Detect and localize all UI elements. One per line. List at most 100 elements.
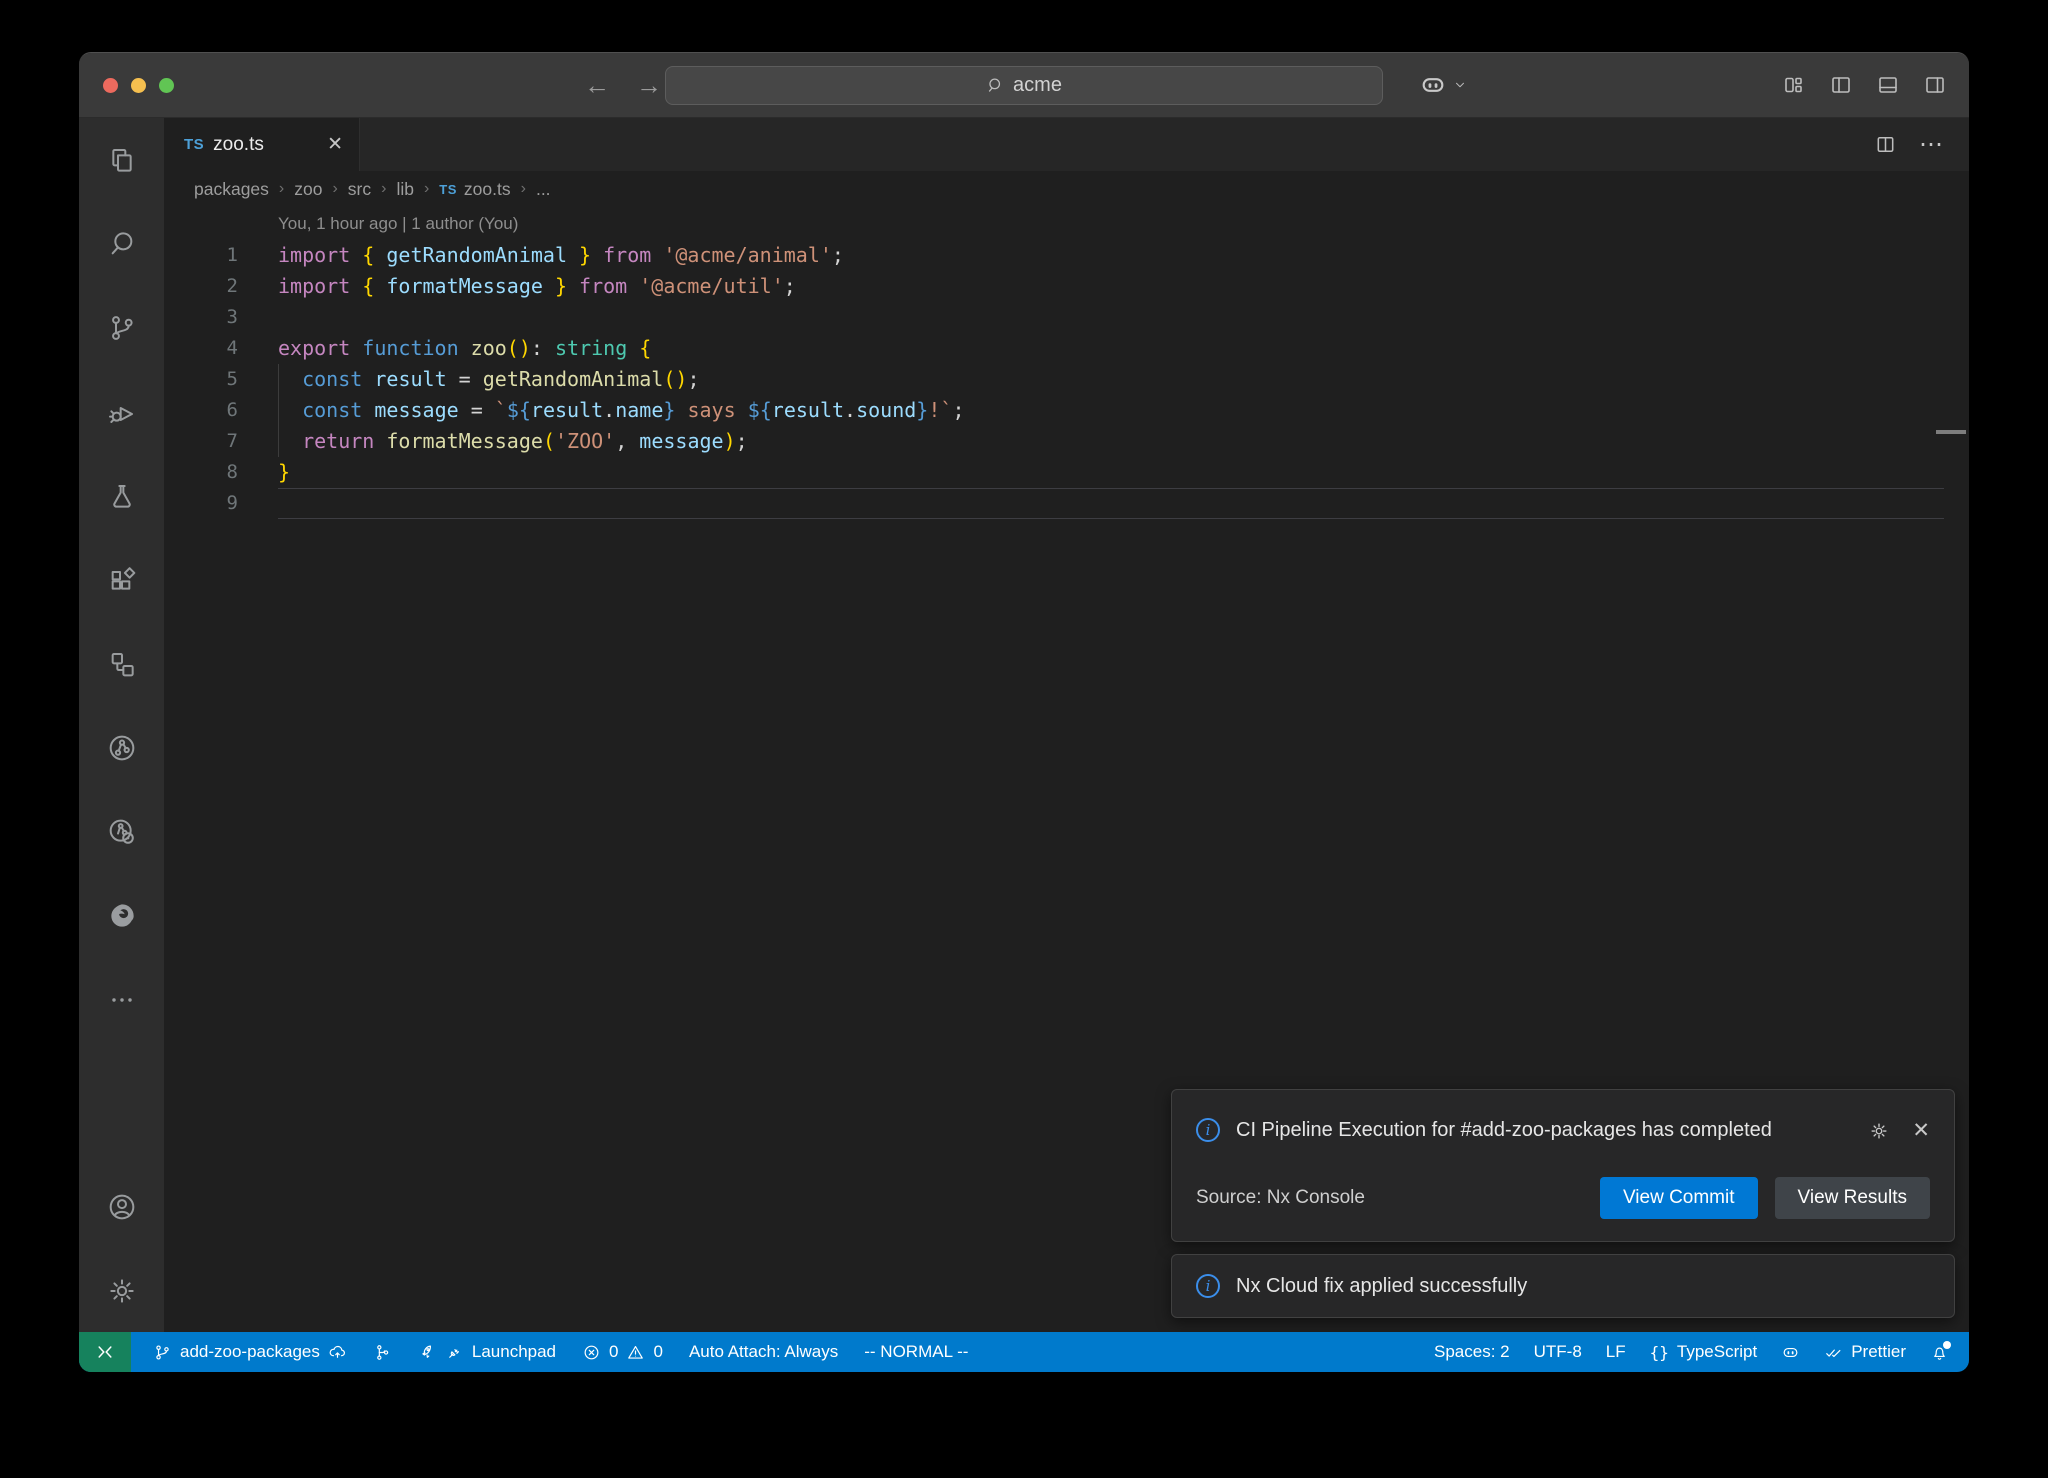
close-tab-icon[interactable]: ✕ bbox=[327, 133, 343, 156]
status-source-control-graph[interactable] bbox=[373, 1343, 392, 1362]
code-line[interactable]: 5 const result = getRandomAnimal(); bbox=[164, 364, 1969, 395]
search-value: acme bbox=[1013, 74, 1062, 97]
breadcrumb-separator: › bbox=[279, 180, 284, 198]
code-lines: 1import { getRandomAnimal } from '@acme/… bbox=[164, 240, 1969, 519]
status-copilot[interactable] bbox=[1781, 1343, 1800, 1362]
typescript-file-icon: TS bbox=[439, 182, 457, 197]
tab-zoo-ts[interactable]: TS zoo.ts ✕ bbox=[164, 118, 360, 171]
toggle-secondary-sidebar-icon[interactable] bbox=[1923, 73, 1947, 97]
status-auto-attach[interactable]: Auto Attach: Always bbox=[689, 1342, 838, 1362]
code-line[interactable]: 3 bbox=[164, 302, 1969, 333]
status-vim-mode[interactable]: -- NORMAL -- bbox=[864, 1342, 968, 1362]
vim-mode-label: -- NORMAL -- bbox=[864, 1342, 968, 1362]
code-line[interactable]: 1import { getRandomAnimal } from '@acme/… bbox=[164, 240, 1969, 271]
breadcrumb-separator: › bbox=[381, 180, 386, 198]
sidebar-item-settings[interactable] bbox=[79, 1249, 164, 1333]
forward-arrow-icon[interactable]: → bbox=[636, 70, 662, 101]
status-problems[interactable]: 0 0 bbox=[582, 1342, 663, 1362]
line-number[interactable]: 3 bbox=[164, 302, 238, 333]
error-count: 0 bbox=[609, 1342, 618, 1362]
toggle-panel-icon[interactable] bbox=[1876, 73, 1900, 97]
breadcrumb-item[interactable]: zoo bbox=[294, 179, 322, 200]
sidebar-item-run-debug[interactable] bbox=[79, 370, 164, 454]
sidebar-item-testing[interactable] bbox=[79, 454, 164, 538]
copilot-menu[interactable] bbox=[1419, 71, 1467, 99]
line-number[interactable]: 2 bbox=[164, 271, 238, 302]
launchpad-label: Launchpad bbox=[472, 1342, 556, 1362]
sidebar-item-nx-cloud[interactable] bbox=[79, 790, 164, 874]
breadcrumb-item[interactable]: lib bbox=[396, 179, 414, 200]
sidebar-item-nx-console[interactable] bbox=[79, 706, 164, 790]
sidebar-item-account[interactable] bbox=[79, 1165, 164, 1249]
sidebar-item-more[interactable] bbox=[79, 958, 164, 1042]
split-editor-icon[interactable] bbox=[1874, 133, 1897, 156]
language-label: TypeScript bbox=[1677, 1342, 1757, 1362]
code-line[interactable]: 2import { formatMessage } from '@acme/ut… bbox=[164, 271, 1969, 302]
command-center-search[interactable]: acme bbox=[665, 66, 1383, 105]
maximize-window-button[interactable] bbox=[159, 78, 174, 93]
sidebar-item-edge-browser[interactable] bbox=[79, 874, 164, 958]
line-number[interactable]: 6 bbox=[164, 395, 238, 426]
code-line[interactable]: 8} bbox=[164, 457, 1969, 488]
notification-close-icon[interactable]: ✕ bbox=[1912, 1118, 1930, 1143]
code-line[interactable]: 6 const message = `${result.name} says $… bbox=[164, 395, 1969, 426]
view-commit-button[interactable]: View Commit bbox=[1600, 1177, 1758, 1219]
line-number[interactable]: 8 bbox=[164, 457, 238, 488]
remote-explorer-icon bbox=[106, 648, 138, 680]
minimize-window-button[interactable] bbox=[131, 78, 146, 93]
account-icon bbox=[106, 1191, 138, 1223]
copilot-icon bbox=[1419, 71, 1447, 99]
line-number[interactable]: 9 bbox=[164, 488, 238, 519]
sidebar-item-extensions[interactable] bbox=[79, 538, 164, 622]
git-blame-annotation: You, 1 hour ago | 1 author (You) bbox=[278, 207, 518, 240]
source-control-icon bbox=[106, 312, 138, 344]
eol-label: LF bbox=[1606, 1342, 1626, 1362]
status-branch[interactable]: add-zoo-packages bbox=[153, 1342, 347, 1362]
typescript-file-icon: TS bbox=[184, 136, 204, 153]
cloud-upload-icon bbox=[328, 1343, 347, 1362]
sidebar-item-source-control[interactable] bbox=[79, 286, 164, 370]
status-encoding[interactable]: UTF-8 bbox=[1534, 1342, 1582, 1362]
status-launchpad[interactable]: Launchpad bbox=[418, 1342, 556, 1362]
sidebar-item-explorer[interactable] bbox=[79, 118, 164, 202]
line-number[interactable]: 5 bbox=[164, 364, 238, 395]
back-arrow-icon[interactable]: ← bbox=[584, 70, 610, 101]
notification-settings-gear-icon[interactable] bbox=[1868, 1120, 1890, 1142]
breadcrumb-separator: › bbox=[424, 180, 429, 198]
code-line[interactable]: 4export function zoo(): string { bbox=[164, 333, 1969, 364]
status-indentation[interactable]: Spaces: 2 bbox=[1434, 1342, 1510, 1362]
more-icon bbox=[106, 984, 138, 1016]
branch-name: add-zoo-packages bbox=[180, 1342, 320, 1362]
status-formatter[interactable]: Prettier bbox=[1824, 1342, 1906, 1362]
sidebar-item-search[interactable] bbox=[79, 202, 164, 286]
status-notifications-bell[interactable] bbox=[1930, 1343, 1949, 1362]
sidebar-item-remote-explorer[interactable] bbox=[79, 622, 164, 706]
line-number[interactable]: 7 bbox=[164, 426, 238, 457]
code-line[interactable]: 9 bbox=[164, 488, 1969, 519]
breadcrumb-item[interactable]: src bbox=[348, 179, 371, 200]
close-window-button[interactable] bbox=[103, 78, 118, 93]
toggle-primary-sidebar-icon[interactable] bbox=[1829, 73, 1853, 97]
status-bar: add-zoo-packages Launchpad 0 0 Auto Atta… bbox=[79, 1332, 1969, 1372]
line-number[interactable]: 4 bbox=[164, 333, 238, 364]
notification-toast-ci-pipeline: i CI Pipeline Execution for #add-zoo-pac… bbox=[1171, 1089, 1955, 1242]
breadcrumb-item[interactable]: packages bbox=[194, 179, 269, 200]
breadcrumb: packages›zoo›src›lib›TSzoo.ts›... bbox=[164, 171, 1969, 207]
remote-indicator[interactable] bbox=[79, 1332, 131, 1372]
gear-icon bbox=[106, 1275, 138, 1307]
spaces-label: Spaces: 2 bbox=[1434, 1342, 1510, 1362]
notification-message: CI Pipeline Execution for #add-zoo-packa… bbox=[1236, 1112, 1786, 1149]
editor-more-actions-icon[interactable]: ⋯ bbox=[1919, 130, 1945, 159]
breadcrumb-item[interactable]: ... bbox=[536, 179, 551, 200]
breadcrumb-item[interactable]: TSzoo.ts bbox=[439, 179, 510, 200]
status-eol[interactable]: LF bbox=[1606, 1342, 1626, 1362]
breadcrumb-separator: › bbox=[332, 180, 337, 198]
customize-layout-icon[interactable] bbox=[1782, 73, 1806, 97]
status-language[interactable]: {} TypeScript bbox=[1650, 1342, 1758, 1362]
titlebar: ← → acme bbox=[79, 53, 1969, 118]
overview-ruler-cursor-mark bbox=[1936, 430, 1966, 434]
line-number[interactable]: 1 bbox=[164, 240, 238, 271]
code-line[interactable]: 7 return formatMessage('ZOO', message); bbox=[164, 426, 1969, 457]
vscode-window: ← → acme bbox=[79, 52, 1969, 1372]
view-results-button[interactable]: View Results bbox=[1775, 1177, 1930, 1219]
